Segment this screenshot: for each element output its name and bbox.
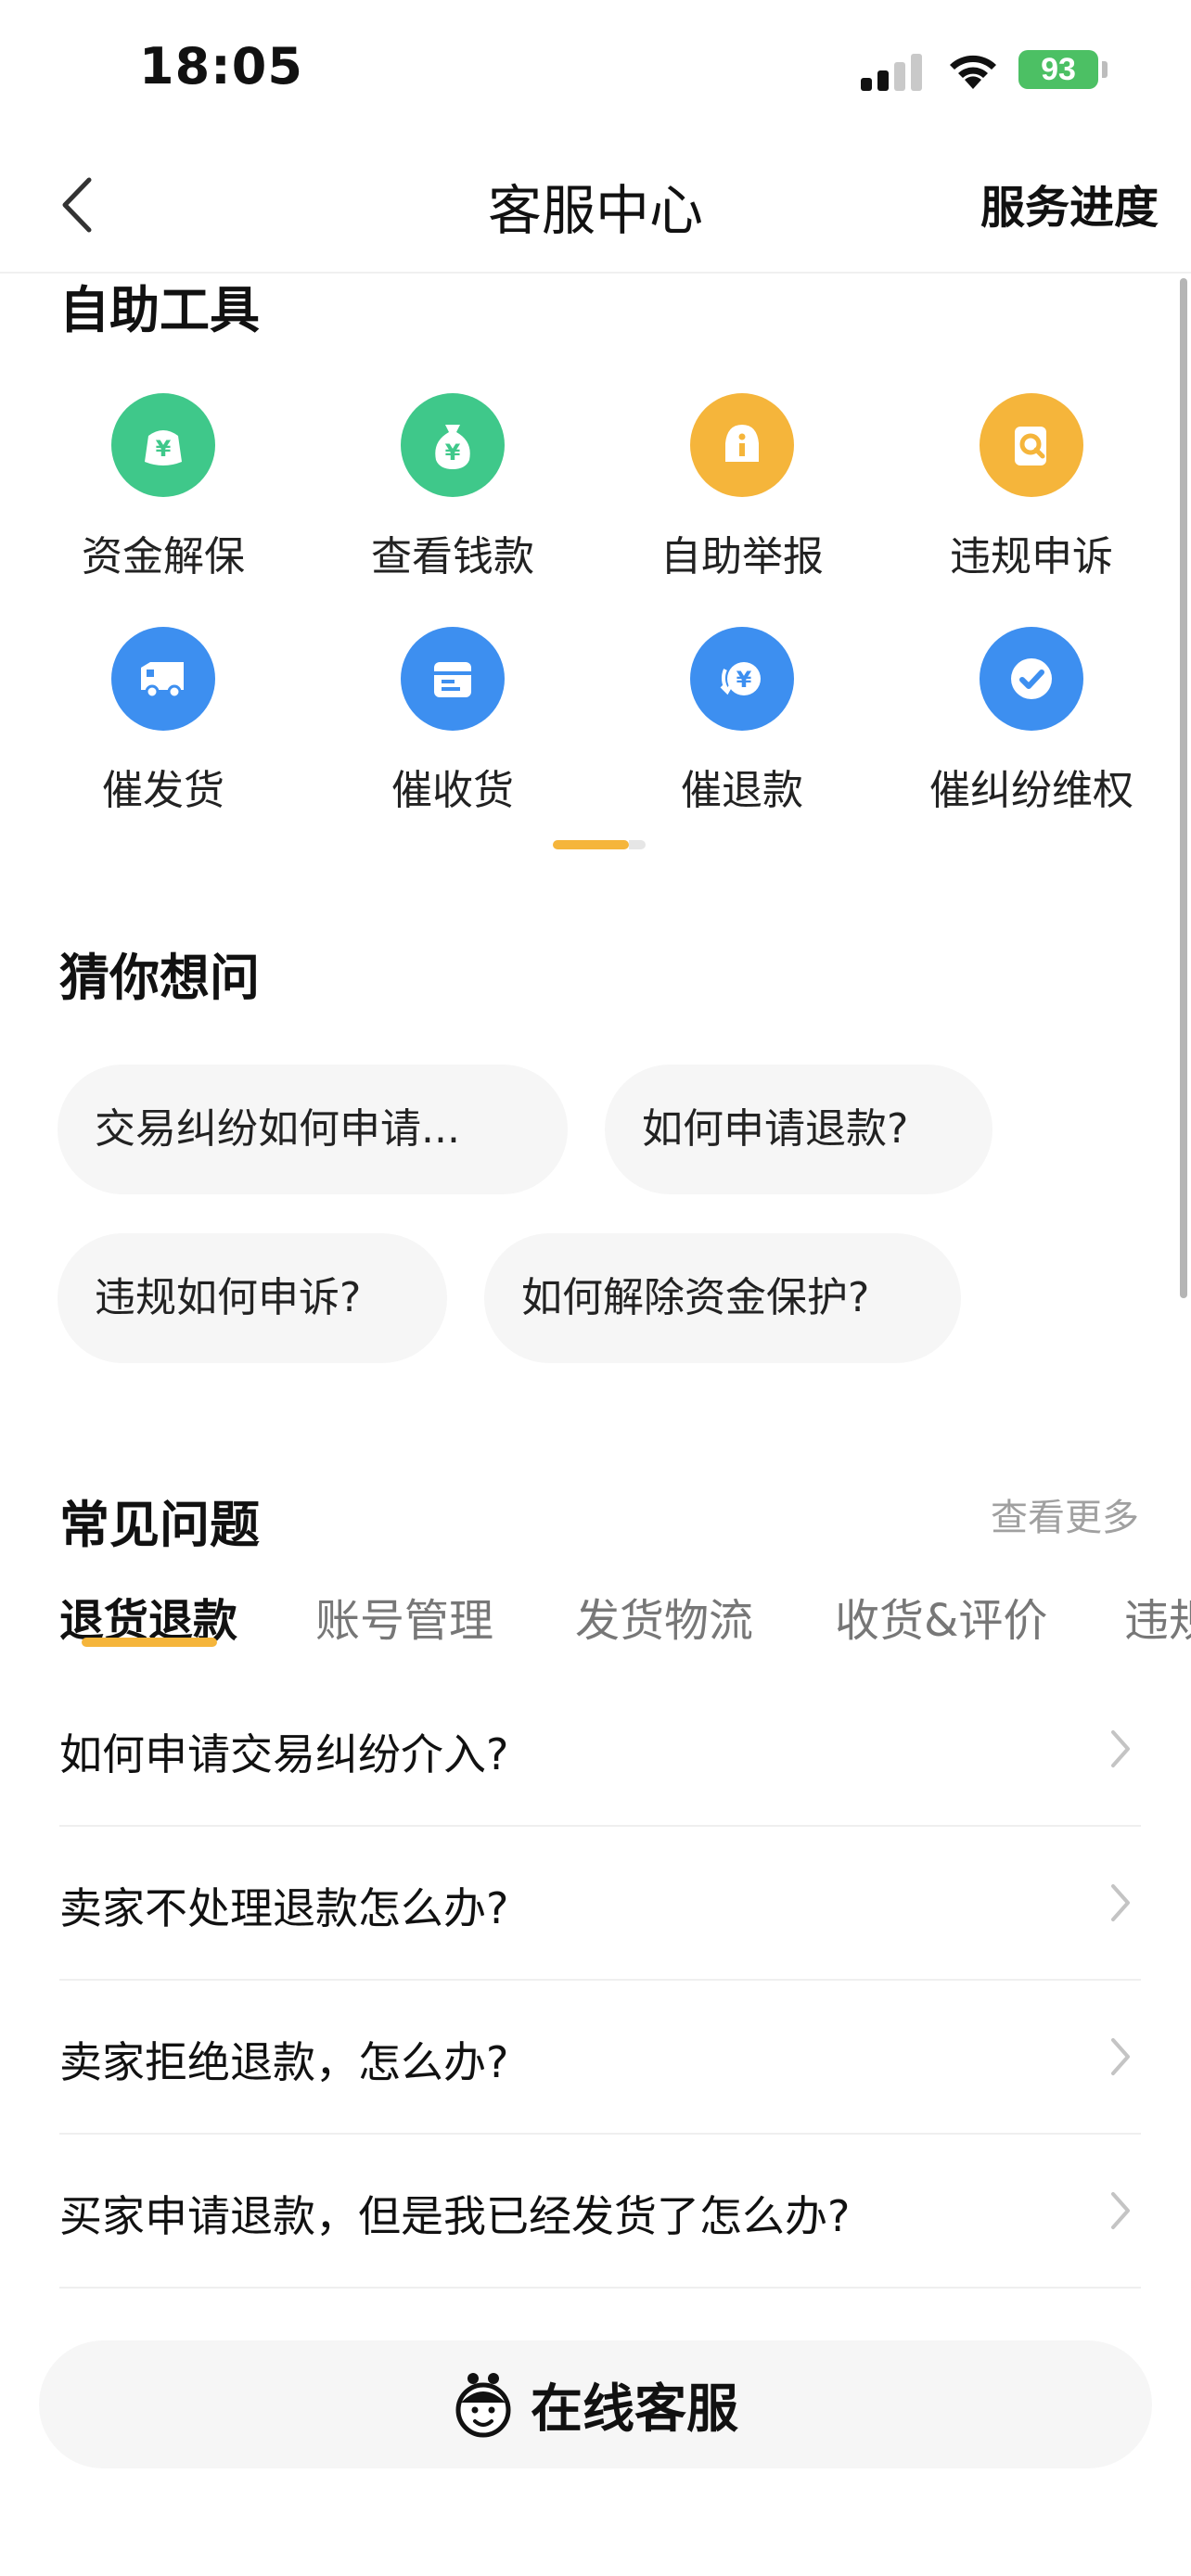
suggestion-chip[interactable]: 如何解除资金保护?	[484, 1233, 961, 1363]
faq-question: 卖家拒绝退款，怎么办?	[59, 2037, 509, 2087]
cellular-signal-icon	[861, 54, 924, 91]
tool-self-report[interactable]: 自助举报	[597, 393, 887, 582]
refund-icon: ¥	[690, 627, 794, 731]
nav-bar: 客服中心 服务进度	[0, 139, 1191, 274]
tool-label: 违规申诉	[950, 533, 1113, 580]
faq-question: 买家申请退款，但是我已经发货了怎么办?	[59, 2191, 851, 2241]
suggestion-chip[interactable]: 交易纠纷如何申请...	[58, 1065, 568, 1194]
package-icon	[401, 627, 505, 731]
page-indicator-track	[629, 840, 646, 849]
customer-service-page: 18:05 93 客服中心 服务进度 自助工具 ¥ 资金解保 ¥ 查看钱款 自助…	[0, 0, 1191, 2576]
chevron-right-icon	[1111, 2192, 1130, 2229]
suggestion-chip[interactable]: 如何申请退款?	[605, 1065, 992, 1194]
faq-item[interactable]: 卖家拒绝退款，怎么办?	[59, 1981, 1141, 2135]
svg-text:¥: ¥	[156, 436, 172, 462]
tool-view-funds[interactable]: ¥ 查看钱款	[308, 393, 597, 582]
battery-tip	[1102, 61, 1108, 78]
tool-violation-appeal[interactable]: 违规申诉	[887, 393, 1176, 582]
tool-fund-release[interactable]: ¥ 资金解保	[19, 393, 308, 582]
tool-label: 自助举报	[660, 533, 824, 580]
tool-label: 催发货	[102, 767, 224, 814]
tool-urge-dispute[interactable]: 催纠纷维权	[887, 627, 1176, 816]
check-icon	[980, 627, 1083, 731]
tool-label: 资金解保	[82, 533, 245, 580]
mascot-face-icon	[455, 2373, 511, 2438]
tab-receipt-review[interactable]: 收货&评价	[835, 1584, 1047, 1649]
report-icon	[690, 393, 794, 497]
tab-violation[interactable]: 违规	[1124, 1584, 1191, 1649]
faq-section-title: 常见问题	[59, 1496, 260, 1554]
faq-tabs: 退货退款 账号管理 发货物流 收货&评价 违规	[59, 1584, 1191, 1658]
faq-question: 卖家不处理退款怎么办?	[59, 1883, 509, 1933]
wifi-icon	[950, 55, 996, 89]
money-pouch-icon: ¥	[401, 393, 505, 497]
see-more-link[interactable]: 查看更多	[991, 1487, 1139, 1541]
status-time: 18:05	[139, 37, 303, 96]
tab-account-management[interactable]: 账号管理	[315, 1584, 493, 1649]
status-bar: 18:05 93	[0, 0, 1191, 139]
faq-question: 如何申请交易纠纷介入?	[59, 1729, 509, 1779]
chevron-right-icon	[1111, 2038, 1130, 2075]
tools-page-indicator	[553, 840, 646, 849]
suggestion-chip[interactable]: 违规如何申诉?	[58, 1233, 447, 1363]
money-bag-icon: ¥	[111, 393, 215, 497]
truck-icon	[111, 627, 215, 731]
active-tab-underline	[82, 1638, 217, 1647]
faq-item[interactable]: 卖家不处理退款怎么办?	[59, 1827, 1141, 1981]
online-service-button[interactable]: 在线客服	[39, 2340, 1152, 2468]
tool-urge-receipt[interactable]: 催收货	[308, 627, 597, 816]
svg-text:¥: ¥	[736, 667, 752, 693]
svg-text:¥: ¥	[445, 440, 461, 465]
scrollbar[interactable]	[1180, 278, 1187, 1298]
tools-section-title: 自助工具	[59, 281, 260, 339]
tool-urge-shipment[interactable]: 催发货	[19, 627, 308, 816]
chevron-right-icon	[1111, 1884, 1130, 1921]
tab-shipping-logistics[interactable]: 发货物流	[575, 1584, 753, 1649]
battery-icon: 93	[1018, 50, 1098, 89]
page-indicator-active	[553, 840, 629, 849]
online-service-label: 在线客服	[531, 2378, 738, 2440]
service-progress-link[interactable]: 服务进度	[980, 171, 1159, 236]
faq-item[interactable]: 买家申请退款，但是我已经发货了怎么办?	[59, 2135, 1141, 2289]
faq-item[interactable]: 如何申请交易纠纷介入?	[59, 1673, 1141, 1827]
tool-label: 查看钱款	[371, 533, 534, 580]
tool-label: 催退款	[681, 767, 803, 814]
chevron-right-icon	[1111, 1730, 1130, 1767]
tool-urge-refund[interactable]: ¥ 催退款	[597, 627, 887, 816]
guess-section-title: 猜你想问	[59, 949, 260, 1007]
appeal-icon	[980, 393, 1083, 497]
tool-label: 催纠纷维权	[929, 767, 1133, 814]
tool-label: 催收货	[391, 767, 514, 814]
